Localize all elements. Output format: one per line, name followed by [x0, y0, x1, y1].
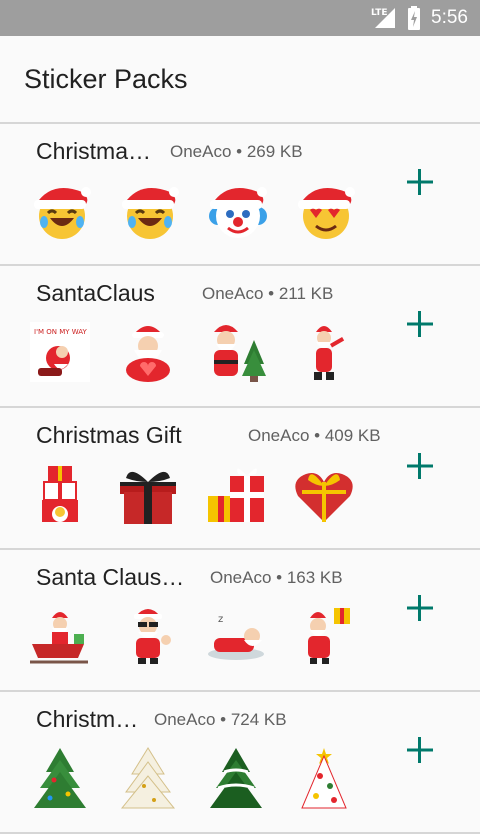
pack-meta: OneAco • 163 KB	[210, 568, 343, 587]
battery-charging-icon	[408, 6, 421, 30]
page-title: Sticker Packs	[24, 64, 188, 94]
add-pack-button[interactable]	[404, 450, 436, 482]
santa-heart-icon	[126, 326, 170, 382]
pack-meta: OneAco • 409 KB	[248, 426, 381, 445]
santa-hat-tears-emoji-icon	[34, 187, 91, 239]
pack-name: SantaClaus	[36, 280, 155, 306]
gift-stack-icon	[42, 466, 78, 522]
snowy-tree-icon	[210, 748, 262, 808]
add-pack-button[interactable]	[404, 592, 436, 624]
signal-lte-icon: LTE	[371, 8, 396, 28]
sticker-pack-row[interactable]: Santa Claus… OneAco • 163 KB z	[0, 550, 480, 692]
santa-gift-icon	[308, 608, 350, 664]
sticker-pack-row[interactable]: Christm… OneAco • 724 KB	[0, 692, 480, 834]
pack-name: Christma…	[36, 138, 152, 164]
santa-sleigh-icon	[30, 612, 88, 664]
heart-gift-box-icon	[295, 473, 353, 522]
pack-name: Santa Claus…	[36, 564, 185, 590]
santa-hat-clown-emoji-icon	[209, 187, 267, 238]
svg-text:I'M ON MY WAY: I'M ON MY WAY	[34, 328, 88, 336]
pack-meta: OneAco • 211 KB	[202, 284, 334, 303]
santa-sunglasses-icon	[134, 609, 171, 664]
santa-on-my-way-icon: I'M ON MY WAY	[30, 322, 90, 382]
santa-sleeping-icon: z	[208, 614, 264, 660]
santa-hat-tears-emoji-icon	[122, 187, 179, 239]
pack-meta: OneAco • 724 KB	[154, 710, 287, 729]
decorated-tree-icon	[301, 748, 347, 809]
pack-name: Christmas Gift	[36, 422, 182, 448]
santa-dancing-icon	[314, 326, 345, 380]
pack-meta: OneAco • 269 KB	[170, 142, 303, 161]
red-gift-boxes-icon	[208, 468, 264, 522]
sticker-pack-list[interactable]: Christma… OneAco • 269 KB SantaClaus One…	[0, 122, 480, 834]
santa-tree-icon	[214, 325, 266, 382]
svg-text:z: z	[218, 614, 223, 625]
status-bar: LTE 5:56	[0, 0, 480, 36]
santa-hat-heart-eyes-emoji-icon	[298, 187, 355, 239]
sticker-pack-row[interactable]: Christma… OneAco • 269 KB	[0, 122, 480, 266]
app-bar: Sticker Packs	[0, 36, 480, 122]
add-pack-button[interactable]	[404, 166, 436, 198]
add-pack-button[interactable]	[404, 734, 436, 766]
black-gift-box-icon	[120, 471, 176, 524]
sticker-pack-row[interactable]: SantaClaus OneAco • 211 KB I'M ON MY WAY	[0, 266, 480, 408]
pack-name: Christm…	[36, 706, 139, 732]
sticker-pack-row[interactable]: Christmas Gift OneAco • 409 KB	[0, 408, 480, 550]
svg-text:LTE: LTE	[371, 8, 388, 18]
clock: 5:56	[431, 7, 468, 28]
green-tree-icon	[34, 748, 86, 808]
add-pack-button[interactable]	[404, 308, 436, 340]
white-tree-icon	[120, 747, 176, 809]
